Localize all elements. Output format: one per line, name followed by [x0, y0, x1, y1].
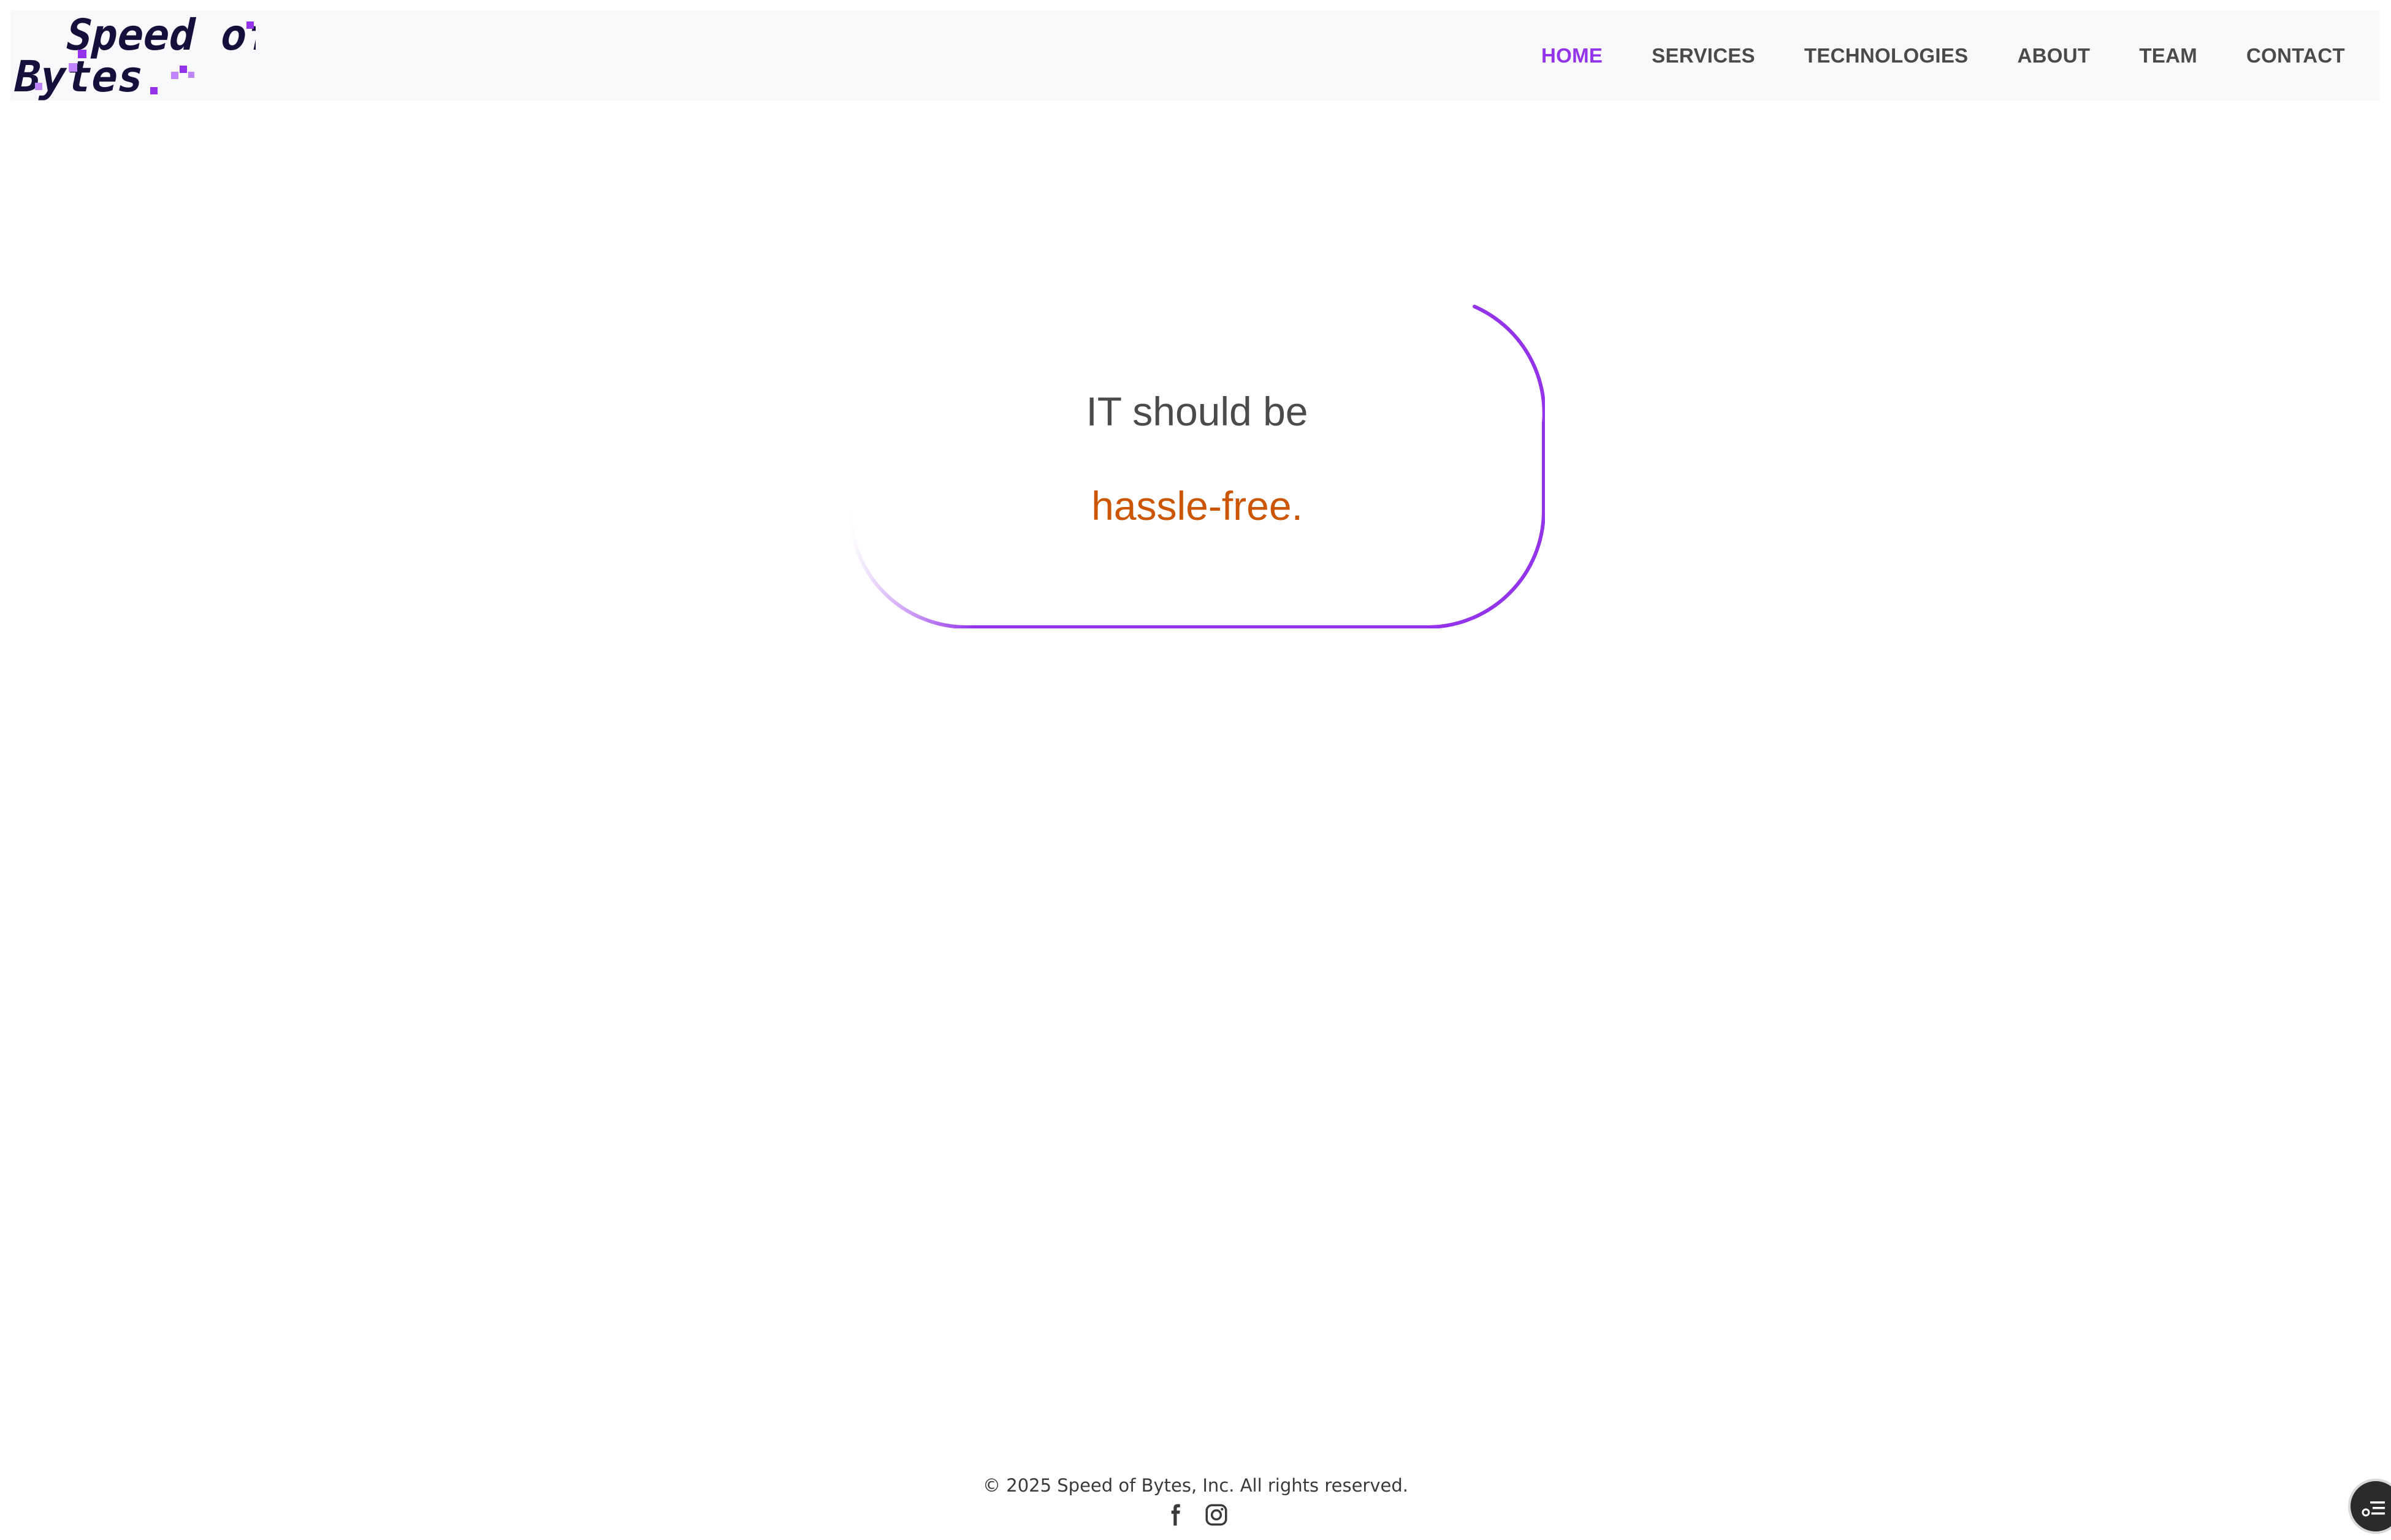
page: Speed of Bytes HOME SERVICES TECHNOLOGIE…: [0, 0, 2391, 1540]
nav-team[interactable]: TEAM: [2139, 44, 2197, 67]
footer-copyright: © 2025 Speed of Bytes, Inc. All rights r…: [983, 1475, 1408, 1496]
nav-technologies[interactable]: TECHNOLOGIES: [1804, 44, 1969, 67]
nav-services[interactable]: SERVICES: [1652, 44, 1755, 67]
nav-contact[interactable]: CONTACT: [2246, 44, 2345, 67]
facebook-icon[interactable]: [1162, 1502, 1188, 1528]
hero-heading: IT should be: [1086, 389, 1308, 434]
nav-about[interactable]: ABOUT: [2018, 44, 2091, 67]
hero-card: IT should be hassle-free.: [849, 303, 1545, 628]
main-nav: HOME SERVICES TECHNOLOGIES ABOUT TEAM CO…: [1541, 10, 2345, 101]
hero-border: [849, 305, 1545, 628]
site-header: Speed of Bytes HOME SERVICES TECHNOLOGIE…: [10, 10, 2380, 101]
nav-home[interactable]: HOME: [1541, 44, 1603, 67]
instagram-icon[interactable]: [1203, 1502, 1229, 1528]
hero-highlight: hassle-free.: [1091, 483, 1303, 528]
logo[interactable]: Speed of Bytes: [10, 10, 256, 101]
accessibility-menu-icon: [2362, 1501, 2385, 1517]
logo-line2: Bytes: [10, 51, 149, 101]
social-links: [0, 1502, 2391, 1528]
